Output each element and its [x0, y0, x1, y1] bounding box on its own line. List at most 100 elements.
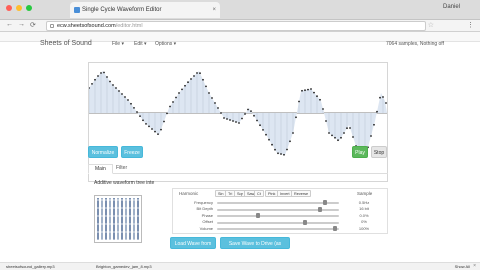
control-slider[interactable] [217, 219, 339, 225]
waveform-sample-point [316, 95, 318, 98]
waveform-sample-point [145, 123, 147, 125]
preset-ct-button[interactable]: Ct [254, 190, 264, 197]
forward-icon[interactable]: → [18, 21, 25, 28]
waveform-sample-point [130, 102, 132, 105]
control-slider[interactable] [217, 213, 339, 218]
waveform-sample-point [208, 92, 210, 94]
harmonic-grid[interactable] [94, 195, 142, 243]
waveform-sample-point [97, 75, 99, 77]
waveform-sample-point [328, 132, 330, 134]
slider-thumb[interactable] [332, 226, 337, 231]
waveform-sample-point [154, 130, 156, 133]
waveform-sample-point [385, 102, 387, 104]
waveform-sample-point [271, 143, 273, 146]
bookmark-star-icon[interactable]: ☆ [428, 21, 434, 29]
profile-user[interactable]: Daniel [443, 4, 460, 10]
save-wave-button[interactable]: Save Wave to Drive (as server) [220, 237, 290, 259]
waveform-sample-point [286, 148, 288, 151]
harmonic-bar [121, 198, 123, 240]
close-window-button[interactable] [6, 5, 12, 11]
download-item[interactable]: sheetsofsound_gallery.mp3 [6, 264, 55, 269]
waveform-sample-point [109, 80, 111, 83]
waveform-sample-point [349, 127, 351, 129]
waveform-sample-point [310, 88, 312, 90]
control-label: Offset [202, 219, 213, 224]
maximize-window-button[interactable] [26, 5, 32, 11]
minimize-window-button[interactable] [16, 5, 22, 11]
waveform-sample-point [106, 76, 108, 78]
address-row: ← → ⟳ ecw.sheetsofsound.com/editor.html … [0, 20, 480, 32]
waveform-sample-point [136, 111, 138, 113]
slider-thumb[interactable] [323, 200, 328, 205]
waveform-sample-point [346, 127, 348, 130]
waveform-sample-point [151, 128, 153, 130]
waveform-sample-point [337, 139, 339, 142]
waveform-sample-point [307, 88, 309, 91]
waveform-sample-point [103, 71, 105, 74]
control-slider[interactable] [217, 206, 339, 212]
waveform-sample-point [157, 133, 159, 135]
back-icon[interactable]: ← [6, 21, 13, 28]
normalize-button[interactable]: Normalize [88, 146, 118, 158]
control-slider[interactable] [217, 200, 339, 205]
browser-menu-icon[interactable]: ⋮ [467, 21, 474, 29]
waveform-fill [89, 71, 387, 155]
waveform-sample-point [187, 81, 189, 84]
harmonic-bar [133, 198, 135, 240]
waveform-sample-point [283, 153, 285, 156]
control-label: Phase [201, 212, 213, 218]
waveform-sample-point [292, 132, 294, 134]
control-value: 0.5Hz [358, 199, 370, 205]
tab-title: Single Cycle Waveform Editor [82, 7, 162, 13]
waveform-sample-point [256, 119, 258, 122]
harmonic-bar [113, 198, 115, 240]
show-all-link[interactable]: Show All [455, 264, 470, 269]
waveform-sample-point [352, 136, 354, 138]
waveform-sample-point [94, 78, 96, 81]
waveform-sample-point [148, 125, 150, 128]
waveform-sample-point [163, 120, 165, 123]
slider-thumb[interactable] [318, 206, 323, 212]
waveform-sample-point [142, 119, 144, 122]
waveform-sample-point [376, 110, 378, 113]
waveform-sample-point [289, 140, 291, 143]
sample-header: Sample [357, 191, 373, 196]
address-bar[interactable]: ecw.sheetsofsound.com/editor.html [46, 21, 426, 31]
preset-reverse-button[interactable]: Reverse [291, 190, 312, 197]
waveform-sample-point [214, 102, 216, 104]
harmonic-bars[interactable] [95, 196, 141, 242]
waveform-sample-point [127, 99, 129, 101]
control-value: 0.0% [359, 212, 369, 218]
browser-tab[interactable]: Single Cycle Waveform Editor × [70, 2, 220, 18]
browser-chrome: Single Cycle Waveform Editor × Daniel [0, 0, 480, 20]
waveform-sample-point [304, 89, 306, 92]
slider-thumb[interactable] [303, 219, 308, 225]
waveform-sample-point [118, 90, 120, 92]
stop-button[interactable]: Stop [371, 146, 387, 158]
waveform-sample-point [244, 113, 246, 115]
waveform-sample-point [373, 123, 375, 126]
download-item[interactable]: Brighton_gamedev_jam_8.mp3 [96, 264, 152, 269]
slider-thumb[interactable] [255, 213, 260, 218]
tab-filter[interactable]: Filter [110, 164, 133, 172]
load-wave-button[interactable]: Load Wave from Drive [170, 237, 216, 259]
control-value: 0% [361, 219, 367, 224]
waveform-sample-point [247, 108, 249, 111]
waveform-sample-point [229, 119, 231, 121]
waveform-sample-point [160, 128, 162, 131]
reload-icon[interactable]: ⟳ [30, 21, 36, 29]
waveform-sample-point [262, 129, 264, 131]
waveform-sample-point [340, 136, 342, 139]
harmonic-bar [97, 198, 99, 240]
waveform-sample-point [265, 133, 267, 136]
control-slider[interactable] [217, 226, 339, 231]
app-navbar: Sheets of Sound File ▾ Edit ▾ Options ▾ … [0, 32, 480, 47]
tab-close-icon[interactable]: × [212, 2, 216, 18]
waveform-sample-point [166, 112, 168, 115]
downloads-close-icon[interactable]: × [473, 263, 476, 269]
waveform-sample-point [175, 96, 177, 99]
waveform-sample-point [172, 101, 174, 103]
waveform-sample-point [220, 112, 222, 114]
freeze-button[interactable]: Freeze [121, 146, 143, 158]
play-button[interactable]: Play [352, 146, 368, 158]
